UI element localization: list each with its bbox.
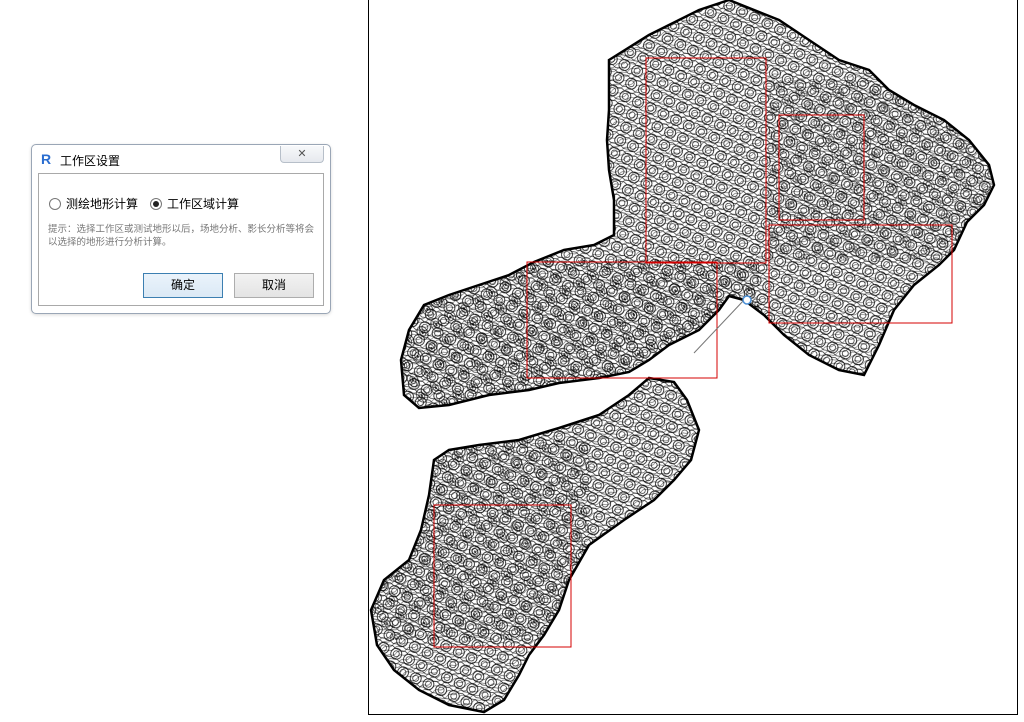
ok-button[interactable]: 确定 <box>143 273 223 298</box>
cursor-node-icon <box>742 295 752 305</box>
close-button[interactable]: ✕ <box>280 146 324 163</box>
terrain-viewport[interactable] <box>368 0 1018 715</box>
radio-survey-terrain[interactable]: 测绘地形计算 <box>49 195 138 212</box>
dialog-title: 工作区设置 <box>60 154 121 168</box>
terrain-lower-region <box>371 378 699 712</box>
radio-circle-unchecked[interactable] <box>49 197 61 210</box>
workspace-settings-dialog: R 工作区设置 ✕ 测绘地形计算 工作区域计算 提示：选择工作区或测试地形以后，… <box>31 144 331 314</box>
revit-r-icon: R <box>41 151 52 167</box>
radio-circle-checked[interactable] <box>150 197 162 210</box>
terrain-contour-drawing <box>369 0 996 714</box>
terrain-upper-region <box>401 0 994 408</box>
radio-work-area-label: 工作区域计算 <box>167 197 240 211</box>
dialog-titlebar[interactable]: R 工作区设置 ✕ <box>32 145 330 172</box>
dialog-content-panel: 测绘地形计算 工作区域计算 提示：选择工作区或测试地形以后，场地分析、影长分析等… <box>38 173 324 306</box>
radio-survey-terrain-label: 测绘地形计算 <box>66 197 139 211</box>
close-icon: ✕ <box>297 147 307 160</box>
radio-work-area[interactable]: 工作区域计算 <box>150 195 239 212</box>
hint-text: 提示：选择工作区或测试地形以后，场地分析、影长分析等将会以选择的地形进行分析计算… <box>48 224 315 248</box>
cancel-button[interactable]: 取消 <box>234 273 314 298</box>
